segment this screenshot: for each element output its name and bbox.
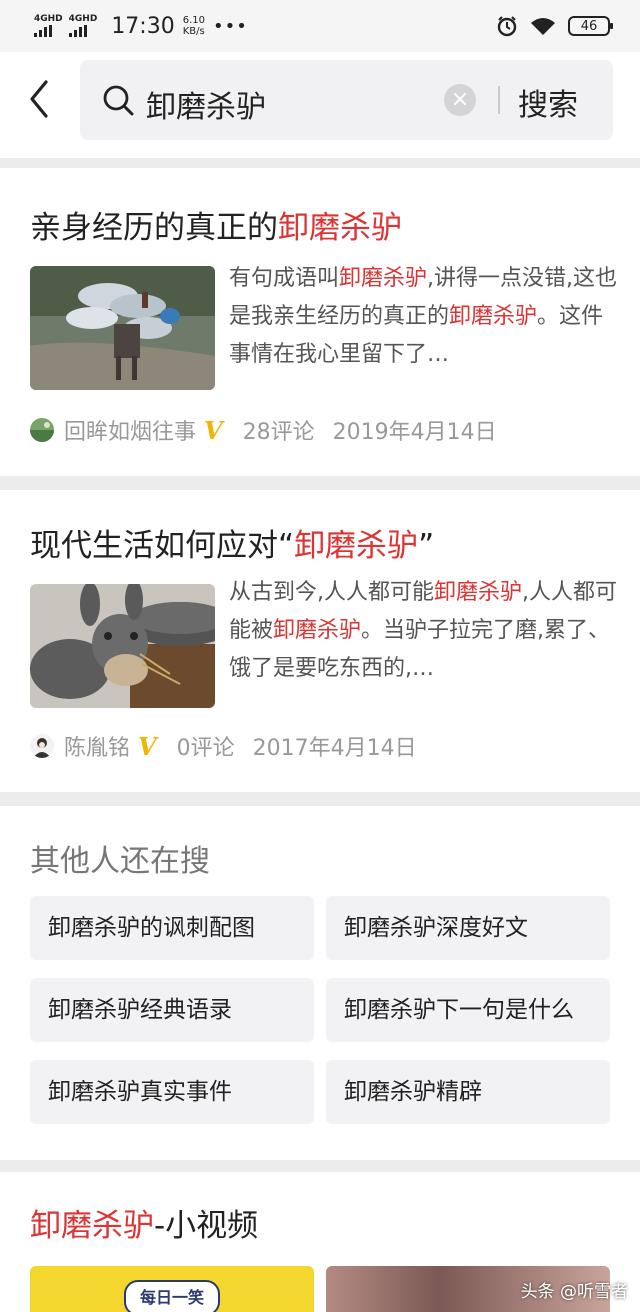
related-search-chip[interactable]: 卸磨杀驴真实事件 — [30, 1060, 314, 1124]
snippet-highlight: 卸磨杀驴 — [449, 304, 538, 329]
network-speed: 6.10 KB/s — [183, 15, 205, 37]
related-search-chip[interactable]: 卸磨杀驴经典语录 — [30, 978, 314, 1042]
speed-unit: KB/s — [182, 26, 205, 37]
result-card[interactable]: 亲身经历的真正的卸磨杀驴 有句成语叫卸磨杀驴,讲得一点没错,这也是我亲生经历的真… — [0, 168, 640, 476]
clear-icon[interactable]: × — [444, 84, 476, 116]
publish-date: 2019年4月14日 — [332, 420, 497, 445]
result-snippet: 有句成语叫卸磨杀驴,讲得一点没错,这也是我亲生经历的真正的卸磨杀驴。这件事情在我… — [229, 260, 619, 374]
battery-indicator: 46 — [568, 16, 613, 36]
video-section-title: 卸磨杀驴-小视频 — [30, 1200, 258, 1245]
related-title: 其他人还在搜 — [30, 844, 210, 879]
comment-count: 0评论 — [176, 736, 235, 761]
divider — [498, 86, 500, 114]
search-header: 卸磨杀驴 × 搜索 — [0, 52, 640, 158]
watermark: 头条 @听雪者 — [520, 1282, 628, 1302]
related-search-chip[interactable]: 卸磨杀驴下一句是什么 — [326, 978, 610, 1042]
snippet-highlight: 卸磨杀驴 — [273, 618, 362, 643]
clock: 17:30 — [111, 13, 175, 39]
donkey-photo — [30, 266, 215, 390]
signal-bars-icon — [34, 25, 52, 37]
search-query[interactable]: 卸磨杀驴 — [146, 82, 266, 126]
snippet-text: 从古到今,人人都可能 — [229, 580, 434, 605]
video-badge: 每日一笑 — [124, 1280, 220, 1312]
snippet-text: 有句成语叫 — [229, 266, 340, 291]
result-snippet: 从古到今,人人都可能卸磨杀驴,人人都可能被卸磨杀驴。当驴子拉完了磨,累了、饿了是… — [229, 574, 619, 688]
result-meta: 陈胤铭 V 0评论 2017年4月14日 — [30, 730, 417, 762]
search-icon — [103, 85, 134, 116]
video-title-highlight: 卸磨杀驴 — [30, 1208, 154, 1244]
related-search-chip[interactable]: 卸磨杀驴精辟 — [326, 1060, 610, 1124]
related-searches: 其他人还在搜 卸磨杀驴的讽刺配图 卸磨杀驴深度好文 卸磨杀驴经典语录 卸磨杀驴下… — [0, 806, 640, 1160]
signal-2-label: 4GHD — [68, 14, 98, 24]
snippet-highlight: 卸磨杀驴 — [339, 266, 428, 291]
result-title[interactable]: 现代生活如何应对“卸磨杀驴” — [30, 520, 434, 565]
result-thumbnail[interactable] — [30, 584, 215, 708]
author-name[interactable]: 陈胤铭 — [64, 730, 130, 762]
title-text: ” — [418, 528, 435, 564]
result-thumbnail[interactable] — [30, 266, 215, 390]
signal-2: 4GHD — [68, 14, 98, 37]
status-bar: 4GHD 4GHD 17:30 6.10 KB/s ••• 46 — [0, 0, 640, 52]
video-title-text: -小视频 — [154, 1208, 259, 1244]
author-name[interactable]: 回眸如烟往事 — [64, 414, 196, 446]
result-card[interactable]: 现代生活如何应对“卸磨杀驴” 从古到今,人人都可能卸磨杀驴,人人都可能被卸磨杀驴… — [0, 490, 640, 792]
verified-badge-icon: V — [204, 415, 223, 445]
signal-1: 4GHD — [34, 15, 63, 37]
battery-level: 46 — [580, 18, 598, 34]
related-search-chip[interactable]: 卸磨杀驴的讽刺配图 — [30, 896, 314, 960]
result-meta: 回眸如烟往事 V 28评论 2019年4月14日 — [30, 414, 497, 446]
author-avatar[interactable] — [30, 418, 54, 442]
verified-badge-icon: V — [138, 731, 157, 761]
snippet-highlight: 卸磨杀驴 — [434, 580, 523, 605]
more-notifications-icon: ••• — [212, 15, 248, 37]
video-thumbnail[interactable]: 每日一笑 — [30, 1266, 314, 1312]
publish-date: 2017年4月14日 — [252, 736, 417, 761]
comment-count: 28评论 — [242, 420, 315, 445]
related-search-chip[interactable]: 卸磨杀驴深度好文 — [326, 896, 610, 960]
title-highlight: 卸磨杀驴 — [278, 210, 402, 246]
back-arrow-icon[interactable] — [22, 76, 62, 122]
search-input[interactable]: 卸磨杀驴 × 搜索 — [80, 60, 613, 140]
signal-1-label: 4GHD — [34, 14, 63, 24]
wifi-icon — [531, 18, 555, 35]
speed-value: 6.10 — [182, 15, 205, 26]
title-text: 现代生活如何应对“ — [30, 528, 295, 564]
donkey-figurine-photo — [30, 584, 215, 708]
author-avatar[interactable] — [30, 734, 54, 758]
signal-bars-icon — [68, 25, 87, 37]
alarm-icon — [497, 16, 517, 37]
title-highlight: 卸磨杀驴 — [294, 528, 419, 564]
title-text: 亲身经历的真正的 — [30, 210, 278, 246]
result-title[interactable]: 亲身经历的真正的卸磨杀驴 — [30, 202, 402, 247]
search-button[interactable]: 搜索 — [518, 80, 578, 124]
